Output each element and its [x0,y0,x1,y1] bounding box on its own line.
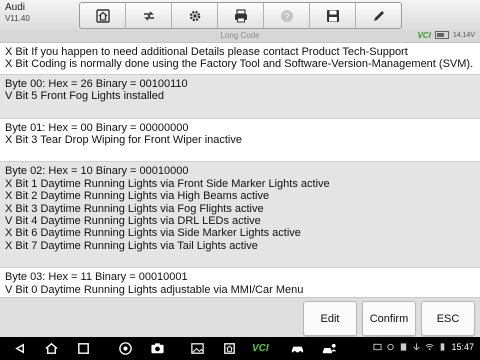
bit-line: X Bit 2 Daytime Running Lights via High … [5,190,270,203]
battery-icon [434,31,449,39]
system-tray: 15:47 [373,342,474,352]
settings-tray-icon [387,343,395,351]
bit-line: X Bit If you happen to need additional D… [5,46,408,58]
save-icon [326,9,339,22]
home-nav-icon[interactable] [44,341,59,356]
brand-block: Audi V11.40 [5,2,30,24]
long-code-list[interactable]: X Bit If you happen to need additional D… [0,43,480,297]
recent-apps-icon[interactable] [76,341,91,356]
code-byte-block: Byte 03: Hex = 11 Binary = 00010001 V Bit… [0,268,480,297]
bit-line: V Bit 0 Daytime Running Lights adjustabl… [5,283,304,296]
bit-line: V Bit 4 Daytime Running Lights via DRL L… [5,215,261,228]
esc-button[interactable]: ESC [421,301,475,336]
code-byte-block: Byte 02: Hex = 10 Binary = 00010000 X Bit… [0,162,480,269]
bit-line: X Bit 7 Daytime Running Lights via Tail … [5,239,258,252]
confirm-button[interactable]: Confirm [362,301,416,336]
home-icon [95,8,110,23]
image-icon[interactable] [190,341,205,356]
code-byte-block: Byte 00: Hex = 26 Binary = 00100110 V Bit… [0,74,480,119]
car-user-icon[interactable] [322,341,337,356]
vci-shortcut-icon[interactable]: VCI [252,341,269,356]
print-button[interactable] [218,3,264,28]
code-byte-block: Byte 01: Hex = 00 Binary = 00000000 X Bit… [0,118,480,163]
byte-header: Byte 01: Hex = 00 Binary = 00000000 [5,121,189,134]
wifi-icon [426,343,434,351]
help-icon: ? [280,9,293,22]
save-button[interactable] [310,3,356,28]
bit-line: X Bit 6 Daytime Running Lights via Side … [5,227,301,240]
byte-header: Byte 03: Hex = 11 Binary = 00010001 [5,271,188,284]
home-shortcut-icon[interactable] [222,341,237,356]
edit-pen-button[interactable] [356,3,401,28]
voltage-readout: 14.14V [452,31,475,39]
action-bar: Edit Confirm ESC [0,297,480,338]
code-byte-block: X Bit If you happen to need additional D… [0,43,480,75]
browser-icon[interactable] [118,341,133,356]
battery-tray-icon [441,343,445,351]
settings-button[interactable] [172,3,218,28]
car-icon[interactable] [290,341,305,356]
camera-icon[interactable] [150,341,165,356]
car-swap-icon [143,11,154,20]
bit-line: X Bit 3 Tear Drop Wiping for Front Wiper… [5,134,242,147]
svg-text:?: ? [284,11,289,21]
storage-icon [401,343,407,351]
notification-icon [373,343,383,351]
byte-header: Byte 02: Hex = 10 Binary = 00010000 [5,165,189,178]
app-version: V11.40 [5,14,30,23]
edit-button[interactable]: Edit [303,301,357,336]
bit-line: X Bit 3 Daytime Running Lights via Fog F… [5,202,264,215]
printer-icon [234,8,247,22]
system-nav-bar: VCI 15:47 [0,337,480,360]
pen-icon [373,10,384,21]
bit-line: X Bit Coding is normally done using the … [5,58,474,71]
vci-status-icon: VCI [417,31,430,40]
clock: 15:47 [451,342,474,352]
home-button[interactable] [80,3,126,28]
vci-label: VCI [417,30,431,40]
help-button[interactable]: ? [264,3,310,28]
title-bar: Audi V11.40 ? [0,0,480,31]
brand-name: Audi [5,2,26,13]
gear-icon [189,10,200,21]
bit-line: X Bit 1 Daytime Running Lights via Front… [5,177,330,190]
vci-nav-label: VCI [252,343,269,354]
connection-status: VCI 14.14V [417,30,475,40]
byte-header: Byte 00: Hex = 26 Binary = 00100110 [5,77,188,90]
vehicle-swap-button[interactable] [126,3,172,28]
download-icon [413,343,420,351]
page-title: Long Code [0,30,480,43]
bit-line: V Bit 5 Front Fog Lights installed [5,90,164,103]
toolbar: ? [79,2,402,29]
back-icon[interactable] [12,341,27,356]
